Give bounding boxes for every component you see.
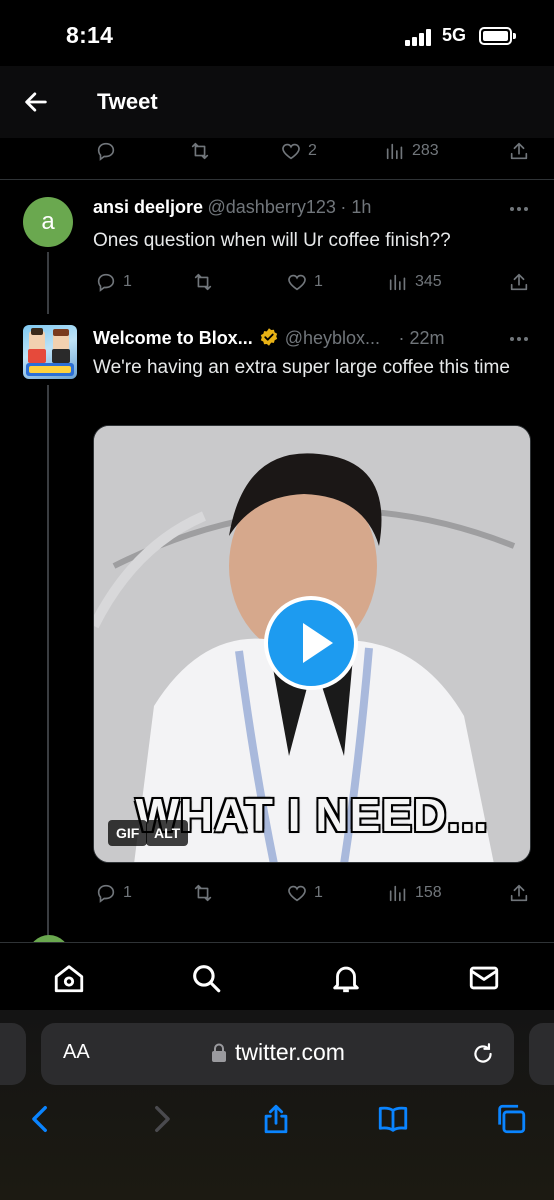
retweet-button[interactable]	[189, 136, 211, 166]
url-text: twitter.com	[235, 1039, 345, 1065]
heart-icon	[282, 143, 300, 160]
reply-button[interactable]: 1	[95, 878, 132, 908]
reply-count: 1	[123, 273, 132, 290]
views-button[interactable]: 345	[387, 267, 442, 297]
avatar[interactable]	[23, 325, 77, 379]
tabs-overview-icon[interactable]	[494, 1102, 528, 1136]
status-time: 8:14	[66, 22, 114, 48]
author-handle[interactable]: @heyblox...	[285, 328, 380, 348]
like-button[interactable]: 2	[280, 136, 317, 166]
notifications-bell-icon[interactable]	[329, 961, 363, 995]
views-button[interactable]: 158	[387, 878, 442, 908]
aa-label: AA	[63, 1041, 90, 1063]
like-count: 2	[308, 142, 317, 159]
share-button[interactable]	[508, 267, 530, 297]
bottom-tab-bar	[0, 942, 554, 1012]
author-name[interactable]: ansi deeljore	[93, 197, 203, 217]
signal-icon	[405, 28, 435, 46]
share-sheet-icon[interactable]	[259, 1102, 293, 1136]
views-icon	[389, 885, 406, 902]
bookmarks-book-icon[interactable]	[376, 1102, 410, 1136]
views-icon	[389, 274, 406, 291]
retweet-button[interactable]	[192, 267, 214, 297]
retweet-icon	[194, 273, 212, 291]
author-name[interactable]: Welcome to Blox...	[93, 328, 253, 348]
like-count: 1	[314, 884, 323, 901]
view-count: 283	[412, 142, 439, 159]
share-icon	[510, 884, 528, 902]
reply-count: 1	[123, 884, 132, 901]
back-arrow-icon[interactable]	[22, 88, 50, 116]
reply-button[interactable]	[95, 136, 117, 166]
messages-envelope-icon[interactable]	[467, 961, 501, 995]
reply2-actions: 1 1 158	[0, 878, 554, 908]
author-handle[interactable]: @dashberry123	[208, 197, 336, 217]
browser-toolbar: AA twitter.com	[0, 1010, 554, 1200]
views-button[interactable]: 283	[384, 136, 439, 166]
more-options-icon[interactable]	[510, 337, 532, 343]
tweet-time: · 22m	[398, 328, 445, 348]
next-tab-peek[interactable]	[529, 1023, 554, 1085]
retweet-icon	[194, 884, 212, 902]
share-icon	[510, 273, 528, 291]
share-icon	[510, 142, 528, 160]
view-count: 345	[415, 273, 442, 290]
lock-icon	[212, 1043, 226, 1062]
avatar[interactable]: a	[23, 197, 73, 247]
reply2-header: Welcome to Blox... @heyblox... · 22m	[93, 327, 445, 349]
heart-icon	[288, 274, 306, 291]
tweet-text: We're having an extra super large coffee…	[93, 357, 510, 378]
alt-badge[interactable]: ALT	[146, 820, 189, 846]
reply-icon	[97, 884, 115, 903]
reply1-header: ansi deeljore @dashberry123 · 1h	[93, 197, 371, 218]
reader-settings-button[interactable]: AA	[63, 1041, 90, 1064]
network-type: 5G	[442, 25, 467, 45]
gif-badge: GIF	[108, 820, 148, 846]
status-bar: 8:14 5G	[0, 0, 554, 70]
like-button[interactable]: 1	[286, 878, 323, 908]
reply1-actions: 1 1 345	[0, 267, 554, 297]
battery-icon	[479, 27, 516, 45]
reply-icon	[97, 273, 115, 292]
address-bar[interactable]: AA twitter.com	[41, 1023, 514, 1085]
like-count: 1	[314, 273, 323, 290]
more-options-icon[interactable]	[510, 207, 532, 213]
tweet-time: · 1h	[340, 197, 372, 217]
reply-icon	[97, 142, 115, 161]
tweet-header: Tweet	[0, 66, 554, 138]
retweet-button[interactable]	[192, 878, 214, 908]
page-title: Tweet	[97, 89, 158, 114]
play-button-icon[interactable]	[264, 596, 358, 690]
previous-tab-peek[interactable]	[0, 1023, 26, 1085]
home-icon[interactable]	[52, 961, 86, 995]
reply-button[interactable]: 1	[95, 267, 132, 297]
browser-back-icon[interactable]	[24, 1102, 58, 1136]
heart-icon	[288, 885, 306, 902]
gif-media[interactable]: WHAT I NEED... GIF ALT	[93, 425, 531, 863]
main-tweet-actions: 2 283	[0, 136, 554, 166]
views-icon	[386, 143, 403, 160]
share-button[interactable]	[508, 878, 530, 908]
like-button[interactable]: 1	[286, 267, 323, 297]
share-button[interactable]	[508, 136, 530, 166]
bloxburg-logo-icon	[26, 328, 74, 376]
retweet-icon	[191, 142, 209, 160]
verified-badge-icon	[260, 328, 277, 346]
reload-icon[interactable]	[470, 1041, 496, 1067]
thread-line	[47, 385, 49, 938]
browser-forward-icon[interactable]	[144, 1102, 178, 1136]
view-count: 158	[415, 884, 442, 901]
tweet-text: Ones question when will Ur coffee finish…	[93, 230, 451, 251]
search-icon[interactable]	[189, 961, 223, 995]
url-display[interactable]: twitter.com	[211, 1039, 345, 1066]
divider	[0, 179, 554, 180]
